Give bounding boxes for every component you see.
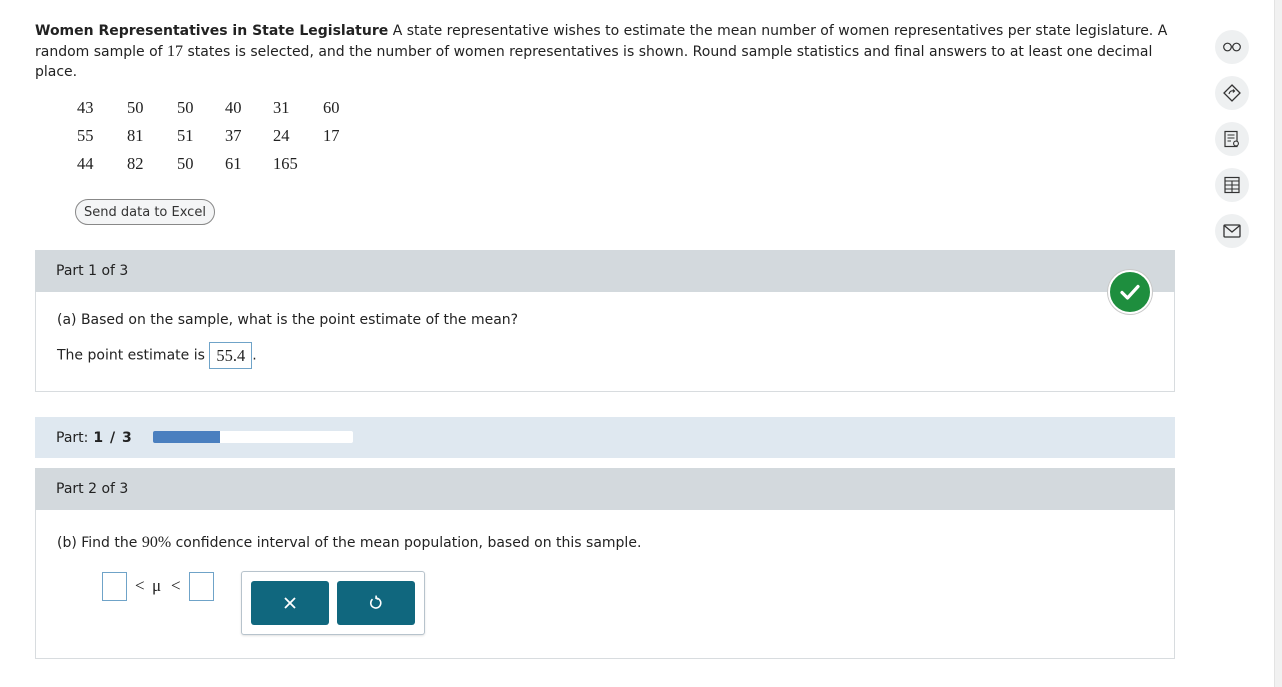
- data-cell: 31: [273, 98, 290, 117]
- point-estimate-answer[interactable]: 55.4: [209, 342, 253, 369]
- problem-title: Women Representatives in State Legislatu…: [35, 23, 389, 39]
- data-cell: 60: [323, 98, 340, 117]
- data-cell: 50: [177, 154, 194, 173]
- data-table-icon[interactable]: [1215, 168, 1249, 202]
- data-cell: 50: [127, 98, 144, 117]
- part1-question: (a) Based on the sample, what is the poi…: [57, 312, 519, 328]
- part2-body: (b) Find the 90% confidence interval of …: [35, 510, 1175, 659]
- part1-header-label: Part 1 of 3: [56, 263, 129, 279]
- sample-size: 17: [167, 42, 184, 60]
- data-cell: 82: [127, 154, 144, 173]
- clear-button[interactable]: [251, 581, 329, 625]
- part2-question: (b) Find the 90% confidence interval of …: [57, 534, 641, 552]
- message-icon[interactable]: [1215, 214, 1249, 248]
- undo-button[interactable]: [337, 581, 415, 625]
- progress-label: Part:: [56, 429, 89, 446]
- data-cell: 165: [273, 154, 298, 173]
- upper-bound-input[interactable]: [189, 572, 214, 601]
- correct-check-icon: [1108, 270, 1152, 314]
- data-cell: 37: [225, 126, 242, 145]
- data-table: 43 50 50 40 31 60 55 81 51 37 24 17 44 8…: [77, 97, 363, 175]
- data-cell: 44: [77, 154, 94, 173]
- part1-answer-line: The point estimate is 55.4.: [57, 342, 257, 369]
- data-cell: 50: [177, 98, 194, 117]
- part1-body: (a) Based on the sample, what is the poi…: [35, 292, 1175, 392]
- problem-text-2: states is selected, and the number of wo…: [35, 43, 1153, 81]
- data-cell: 17: [323, 126, 340, 145]
- data-cell: 55: [77, 126, 94, 145]
- glasses-icon[interactable]: [1215, 30, 1249, 64]
- problem-statement: Women Representatives in State Legislatu…: [35, 21, 1175, 83]
- part2-question-prefix: (b) Find the: [57, 535, 138, 551]
- part-progress-bar: Part: 1 / 3: [35, 417, 1175, 458]
- data-cell: 51: [177, 126, 194, 145]
- progress-fill: [153, 431, 220, 443]
- answer-tools-panel: [241, 571, 425, 635]
- progress-track: [153, 431, 353, 443]
- confidence-level: 90%: [141, 534, 172, 551]
- part1-header: Part 1 of 3: [35, 250, 1175, 292]
- data-cell: 81: [127, 126, 144, 145]
- lower-bound-input[interactable]: [102, 572, 127, 601]
- data-cell: 61: [225, 154, 242, 173]
- less-than-sign: <: [135, 576, 145, 595]
- close-icon: [284, 597, 296, 609]
- data-cell: 24: [273, 126, 290, 145]
- page-scrollbar[interactable]: [1274, 0, 1282, 687]
- answer-suffix: .: [252, 347, 257, 364]
- mu-symbol: μ: [152, 576, 162, 595]
- checkmark-icon: [1120, 284, 1140, 300]
- part2-header: Part 2 of 3: [35, 468, 1175, 510]
- data-cell: 43: [77, 98, 94, 117]
- send-to-excel-button[interactable]: Send data to Excel: [75, 199, 215, 225]
- textbook-icon[interactable]: [1215, 122, 1249, 156]
- progress-value: 1 / 3: [93, 429, 133, 446]
- data-cell: 40: [225, 98, 242, 117]
- part2-header-label: Part 2 of 3: [56, 481, 129, 497]
- undo-icon: [369, 595, 382, 609]
- calculator-icon[interactable]: [1215, 76, 1249, 110]
- answer-prefix: The point estimate is: [57, 347, 205, 364]
- part2-question-suffix: confidence interval of the mean populati…: [175, 535, 642, 551]
- less-than-sign: <: [171, 576, 181, 595]
